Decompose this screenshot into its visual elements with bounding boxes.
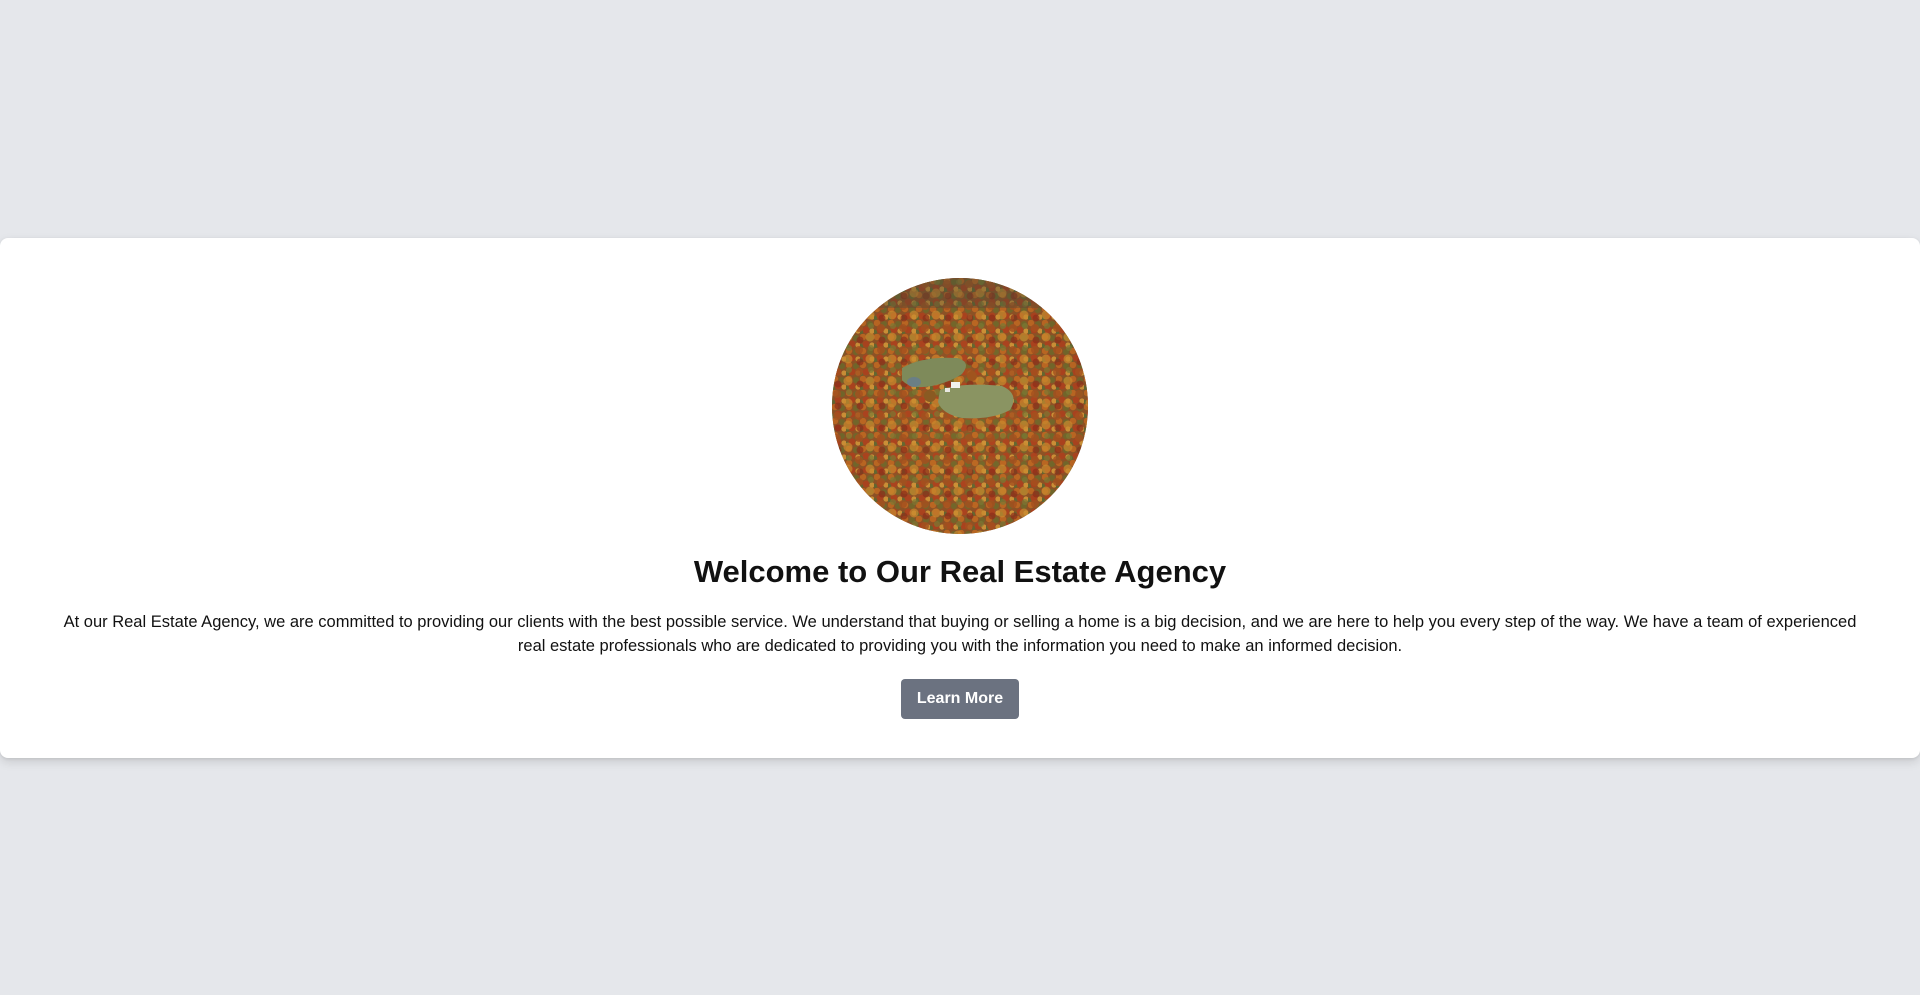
page: Welcome to Our Real Estate Agency At our… (0, 0, 1920, 995)
hero-card: Welcome to Our Real Estate Agency At our… (0, 238, 1920, 758)
intro-paragraph: At our Real Estate Agency, we are commit… (63, 613, 1857, 655)
forest-photo (832, 278, 1088, 534)
page-title: Welcome to Our Real Estate Agency (693, 554, 1227, 589)
hero-image (832, 278, 1088, 534)
learn-more-button[interactable]: Learn More (901, 679, 1019, 719)
